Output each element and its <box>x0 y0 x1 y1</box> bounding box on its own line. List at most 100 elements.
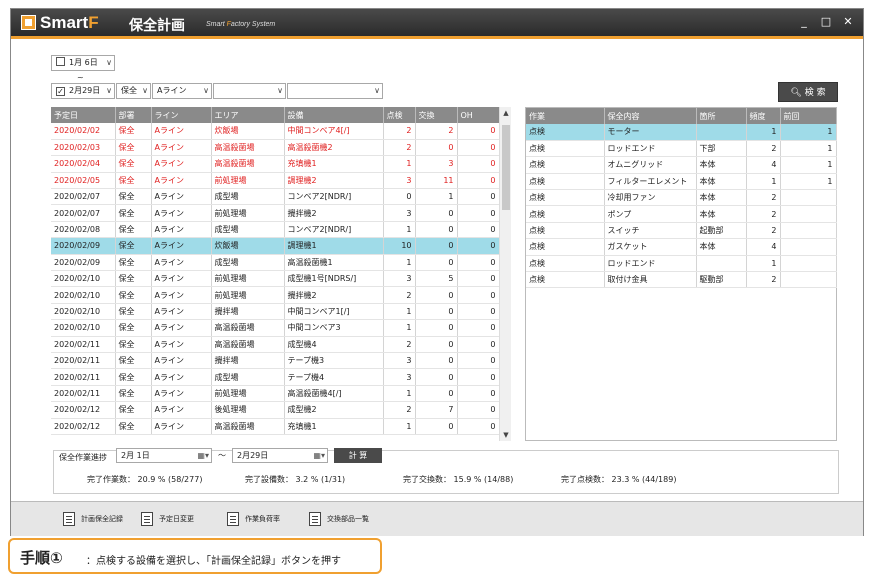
cell-insp: 3 <box>383 270 416 288</box>
col-header-area[interactable]: エリア <box>211 107 285 123</box>
window-subtitle: Smart Factory System <box>206 21 276 28</box>
search-button[interactable]: 🔍︎ 検 索 <box>778 82 838 102</box>
cell-freq: 1 <box>746 124 781 141</box>
table-row[interactable]: 2020/02/03 保全 Aライン 高温殺菌場 高温殺菌機2 2 0 0 <box>51 139 500 157</box>
table-row[interactable]: 点検 ガスケット 本体 4 <box>526 238 837 256</box>
date-from-value: 1月 6日 <box>69 58 98 67</box>
table-row[interactable]: 2020/02/05 保全 Aライン 前処理場 調理機2 3 11 0 <box>51 172 500 190</box>
table-row[interactable]: 点検 ロッドエンド 1 <box>526 255 837 273</box>
table-row[interactable]: 2020/02/12 保全 Aライン 後処理場 成型機2 2 7 0 <box>51 401 500 419</box>
calendar-icon[interactable]: ▦▾ <box>313 449 325 462</box>
table-row[interactable]: 2020/02/04 保全 Aライン 高温殺菌場 充填機1 1 3 0 <box>51 155 500 173</box>
table-row[interactable]: 2020/02/12 保全 Aライン 高温殺菌場 充填機1 1 0 0 <box>51 418 500 435</box>
cell-insp: 2 <box>383 336 416 353</box>
table-row[interactable]: 2020/02/10 保全 Aライン 前処理場 成型機1号[NDRS/] 3 5 0 <box>51 270 500 288</box>
date-from-select[interactable]: 1月 6日 ∨ <box>51 55 115 71</box>
refresh-document-icon <box>309 512 321 526</box>
table-row[interactable]: 2020/02/10 保全 Aライン 攪拌場 中間コンベア1[/] 1 0 0 <box>51 303 500 321</box>
cell-place <box>696 124 747 141</box>
table-row[interactable]: 点検 オムニグリッド 本体 4 1 <box>526 156 837 174</box>
cell-line: Aライン <box>151 319 212 337</box>
detail-panel: 作業 保全内容 箇所 頻度 前回 点検 モーター 1 1 点検 ロッドエンド 下部 2 1 点検オ… <box>525 107 837 441</box>
stat-inspection: 完了点検数： 23.3 % (44/189) <box>561 475 677 484</box>
cell-equip: 攪拌機2 <box>284 204 384 222</box>
table-row[interactable]: 2020/02/11 保全 Aライン 前処理場 高温殺菌機4[/] 1 0 0 <box>51 385 500 403</box>
cell-dept: 保全 <box>115 237 152 255</box>
cell-freq: 2 <box>746 205 781 223</box>
scroll-thumb[interactable] <box>502 125 510 210</box>
cell-area: 炊飯場 <box>211 123 285 140</box>
table-row[interactable]: 点検 モーター 1 1 <box>526 124 837 141</box>
col-header-previous[interactable]: 前回 <box>780 108 837 124</box>
department-select[interactable]: 保全 ∨ <box>116 83 151 99</box>
plan-record-button[interactable]: 計画保全記録 <box>63 512 123 526</box>
col-header-frequency[interactable]: 頻度 <box>746 108 781 124</box>
table-row[interactable]: 点検 スイッチ 起動部 2 <box>526 222 837 240</box>
workload-button[interactable]: 作業負荷率 <box>227 512 280 526</box>
table-row[interactable]: 2020/02/09 保全 Aライン 成型場 高温殺菌機1 1 0 0 <box>51 254 500 272</box>
col-header-content[interactable]: 保全内容 <box>604 108 697 124</box>
change-date-button[interactable]: 予定日変更 <box>141 512 194 526</box>
close-button[interactable]: ✕ <box>839 13 857 31</box>
cell-repl: 0 <box>415 418 458 435</box>
schedule-scrollbar[interactable]: ▲ ▼ <box>499 107 511 441</box>
table-row[interactable]: 2020/02/11 保全 Aライン 高温殺菌場 成型機4 2 0 0 <box>51 336 500 353</box>
cell-insp: 2 <box>383 123 416 140</box>
table-row[interactable]: 2020/02/11 保全 Aライン 成型場 テープ機4 3 0 0 <box>51 368 500 386</box>
maximize-button[interactable]: □ <box>817 13 835 31</box>
cell-place: 本体 <box>696 238 747 256</box>
table-row[interactable]: 2020/02/02 保全 Aライン 炊飯場 中間コンベア4[/] 2 2 0 <box>51 123 500 140</box>
table-row[interactable]: 点検 フィルターエレメント 本体 1 1 <box>526 173 837 191</box>
cell-equip: 高温殺菌機4[/] <box>284 385 384 403</box>
cell-repl: 0 <box>415 319 458 337</box>
table-row[interactable]: 2020/02/07 保全 Aライン 成型場 コンベア2[NDR/] 0 1 0 <box>51 188 500 206</box>
date-to-checkbox[interactable]: ✓ <box>56 87 65 96</box>
minimize-button[interactable]: _ <box>795 13 813 31</box>
col-header-replacement[interactable]: 交換 <box>415 107 458 123</box>
cell-insp: 1 <box>383 303 416 321</box>
window-title: 保全計画 <box>129 18 185 34</box>
cell-prev <box>780 255 837 273</box>
line-select[interactable]: Aライン ∨ <box>152 83 212 99</box>
cell-oh: 0 <box>457 237 500 255</box>
cell-date: 2020/02/12 <box>51 418 116 435</box>
table-row[interactable]: 2020/02/08 保全 Aライン 成型場 コンベア2[NDR/] 1 0 0 <box>51 221 500 239</box>
col-header-work[interactable]: 作業 <box>526 108 605 124</box>
table-row[interactable]: 2020/02/07 保全 Aライン 前処理場 攪拌機2 3 0 0 <box>51 204 500 222</box>
scroll-up-icon[interactable]: ▲ <box>500 107 512 119</box>
col-header-overhaul[interactable]: OH <box>457 107 500 123</box>
scroll-down-icon[interactable]: ▼ <box>500 429 512 441</box>
cell-work: 点検 <box>526 271 605 289</box>
table-row[interactable]: 2020/02/11 保全 Aライン 攪拌場 テープ機3 3 0 0 <box>51 352 500 370</box>
col-header-date[interactable]: 予定日 <box>51 107 116 123</box>
table-row[interactable]: 2020/02/09 保全 Aライン 炊飯場 調理機1 10 0 0 <box>51 237 500 255</box>
table-row[interactable]: 2020/02/10 保全 Aライン 高温殺菌場 中間コンベア3 1 0 0 <box>51 319 500 337</box>
table-row[interactable]: 点検 ロッドエンド 下部 2 1 <box>526 140 837 158</box>
parts-list-button[interactable]: 交換部品一覧 <box>309 512 369 526</box>
table-row[interactable]: 点検 ポンプ 本体 2 <box>526 205 837 223</box>
col-header-line[interactable]: ライン <box>151 107 212 123</box>
cell-prev: 1 <box>780 173 837 191</box>
cell-place <box>696 255 747 273</box>
app-logo: SmartF <box>40 13 99 32</box>
col-header-dept[interactable]: 部署 <box>115 107 152 123</box>
schedule-table: 予定日 部署 ライン エリア 設備 点検 交換 OH 2020/02/02 保全 A… <box>51 107 500 435</box>
cell-line: Aライン <box>151 270 212 288</box>
date-from-checkbox[interactable] <box>56 57 65 66</box>
table-row[interactable]: 点検 取付け金具 駆動部 2 <box>526 271 837 289</box>
table-row[interactable]: 点検 冷却用ファン 本体 2 <box>526 189 837 207</box>
cell-insp: 1 <box>383 418 416 435</box>
cell-content: モーター <box>604 124 697 141</box>
col-header-inspection[interactable]: 点検 <box>383 107 416 123</box>
area-select[interactable]: ∨ <box>213 83 286 99</box>
calendar-icon[interactable]: ▦▾ <box>197 449 209 462</box>
table-row[interactable]: 2020/02/10 保全 Aライン 前処理場 攪拌機2 2 0 0 <box>51 286 500 304</box>
calculate-button[interactable]: 計 算 <box>334 448 382 463</box>
equipment-select[interactable]: ∨ <box>287 83 383 99</box>
col-header-place[interactable]: 箇所 <box>696 108 747 124</box>
progress-date-to[interactable]: 2月29日 ▦▾ <box>232 448 328 463</box>
col-header-equipment[interactable]: 設備 <box>284 107 384 123</box>
cell-repl: 0 <box>415 204 458 222</box>
progress-date-from[interactable]: 2月 1日 ▦▾ <box>116 448 212 463</box>
date-to-select[interactable]: ✓ 2月29日 ∨ <box>51 83 115 99</box>
